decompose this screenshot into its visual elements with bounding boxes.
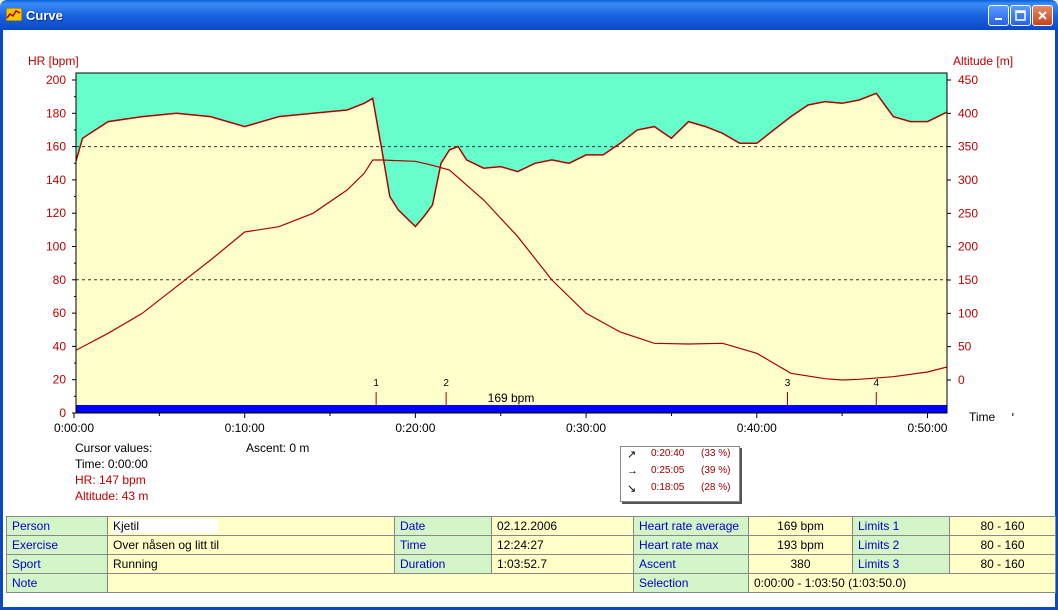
lap-marker-label: 2 [443,378,449,389]
zone-time: 0:20:40 [651,448,685,459]
sport-label: Sport [6,554,108,574]
duration-label: Duration [394,554,492,574]
y-left-tick-label: 120 [46,206,66,220]
y-left-tick-label: 160 [46,140,66,154]
table-row: Person Kjetil Date 02.12.2006 Heart rate… [6,516,1056,536]
y-right-tick-label: 100 [958,306,978,320]
arrow-right-icon: → [627,465,638,477]
arrow-up-icon: ↗ [627,449,637,461]
hr-average-label: 169 bpm [488,391,535,405]
cursor-heading: Cursor values: [75,441,153,455]
date-value: 02.12.2006 [491,516,634,536]
hr-max-label: Heart rate max [633,535,749,555]
y-left-tick-label: 80 [53,273,67,287]
cursor-hr: HR: 147 bpm [75,473,146,487]
table-row: Note Selection 0:00:00 - 1:03:50 (1:03:5… [6,573,1056,593]
y-left-tick-label: 0 [59,406,66,420]
person-value-cell[interactable]: Kjetil [107,516,395,536]
y-right-tick-label: 0 [958,373,965,387]
time-label: Time [394,535,492,555]
hr-average-bar [76,405,947,413]
x-tick-label: 0:20:00 [395,421,435,435]
y-left-tick-label: 40 [53,339,67,353]
arrow-down-icon: ↘ [627,483,637,495]
limits1-value: 80 - 160 [949,516,1056,536]
lap-marker-label: 4 [873,378,879,389]
selection-value: 0:00:00 - 1:03:50 (1:03:50.0) [748,573,1056,593]
zone-percent: (28 %) [701,482,731,493]
y-right-axis-label: Altitude [m] [953,54,1013,68]
y-left-tick-label: 100 [46,240,66,254]
selection-label: Selection [633,573,749,593]
y-right-tick-label: 350 [958,140,978,154]
note-label: Note [6,573,108,593]
zone-time: 0:18:05 [651,482,685,493]
exercise-info-table: Person Kjetil Date 02.12.2006 Heart rate… [6,516,1056,593]
hr-average-label: Heart rate average [633,516,749,536]
sport-value[interactable]: Running [107,554,395,574]
person-label: Person [6,516,108,536]
y-right-tick-label: 200 [958,240,978,254]
limits2-label: Limits 2 [852,535,950,555]
zone-percent: (39 %) [701,465,731,476]
y-left-tick-label: 60 [53,306,67,320]
person-value: Kjetil [113,519,218,533]
y-left-tick-label: 180 [46,106,66,120]
limits2-value: 80 - 160 [949,535,1056,555]
lap-marker-label: 3 [785,378,791,389]
y-right-tick-label: 250 [958,206,978,220]
limits3-label: Limits 3 [852,554,950,574]
cursor-values: Cursor values: Time: 0:00:00 HR: 147 bpm… [75,440,152,504]
note-value[interactable] [107,573,634,593]
y-right-tick-label: 400 [958,106,978,120]
ascent-label: Ascent [633,554,749,574]
cursor-altitude: Altitude: 43 m [75,489,149,503]
zone-below-row: ↘ 0:18:05 (28 %) [621,482,739,499]
cursor-time: Time: 0:00:00 [75,457,148,471]
hr-average-value: 169 bpm [748,516,853,536]
x-axis-label: Time [969,410,996,424]
zone-percent: (33 %) [701,448,731,459]
hr-max-value: 193 bpm [748,535,853,555]
ascent-value: 380 [748,554,853,574]
x-tick-label: 0:30:00 [566,421,606,435]
y-right-tick-label: 50 [958,340,972,354]
exercise-value[interactable]: Over nåsen og litt til [107,535,395,555]
y-left-axis-label: HR [bpm] [28,54,79,68]
cursor-ascent: Ascent: 0 m [246,441,310,455]
duration-value: 1:03:52.7 [491,554,634,574]
y-right-tick-label: 300 [958,173,978,187]
y-left-tick-label: 20 [53,373,67,387]
x-tick-label: 0:00:00 [54,421,94,435]
zone-above-row: ↗ 0:20:40 (33 %) [621,448,739,465]
x-tick-label: 0:40:00 [737,421,777,435]
y-left-tick-label: 140 [46,173,66,187]
table-row: Sport Running Duration 1:03:52.7 Ascent … [6,554,1056,574]
zone-within-row: → 0:25:05 (39 %) [621,465,739,482]
x-tick-label: 0:10:00 [225,421,265,435]
limits3-value: 80 - 160 [949,554,1056,574]
y-right-tick-label: 150 [958,273,978,287]
y-left-tick-label: 200 [46,73,66,87]
curve-chart[interactable]: HR [bpm] Altitude [m] Time 169 bpm123450… [0,0,1058,440]
exercise-label: Exercise [6,535,108,555]
limits1-label: Limits 1 [852,516,950,536]
x-tick-label: 0:50:00 [907,421,947,435]
time-value: 12:24:27 [491,535,634,555]
zone-time-box: ↗ 0:20:40 (33 %) → 0:25:05 (39 %) ↘ 0:18… [620,446,740,502]
y-right-tick-label: 450 [958,73,978,87]
zone-time: 0:25:05 [651,465,685,476]
lap-marker-label: 1 [373,378,379,389]
date-label: Date [394,516,492,536]
table-row: Exercise Over nåsen og litt til Time 12:… [6,535,1056,555]
